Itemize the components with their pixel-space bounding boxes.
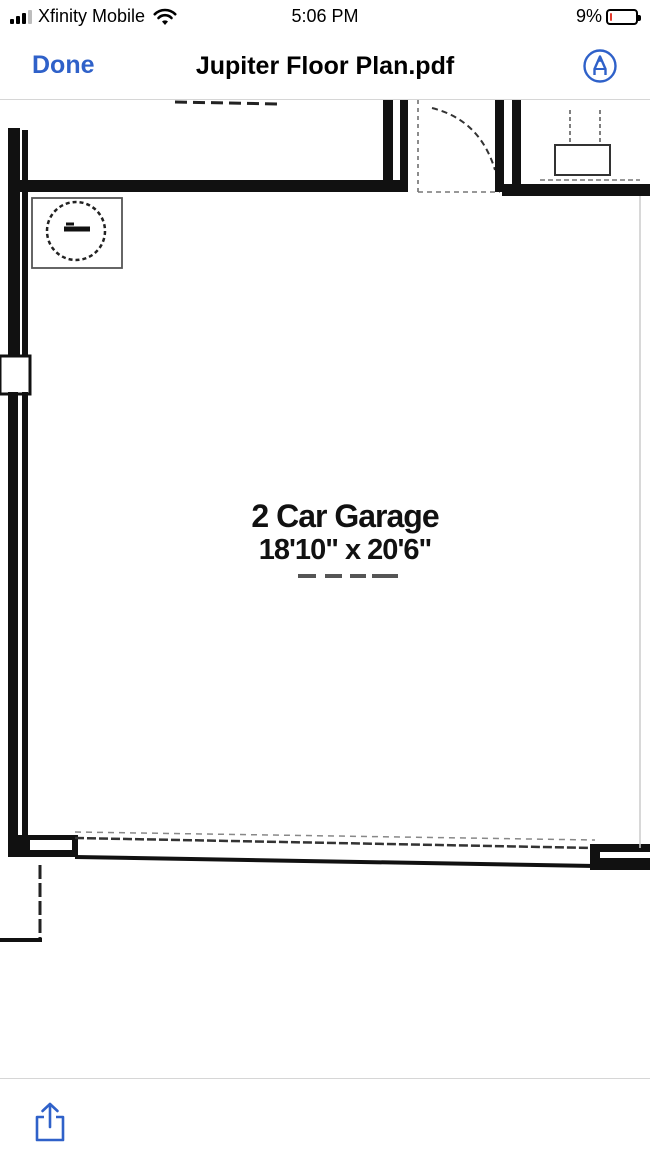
battery-level-fill	[610, 12, 612, 21]
status-right: 9%	[575, 6, 641, 27]
document-title: Jupiter Floor Plan.pdf	[195, 52, 455, 80]
battery-percent: 9%	[575, 6, 602, 26]
battery-icon	[606, 8, 641, 25]
share-icon[interactable]	[32, 1101, 68, 1143]
pdf-document-page[interactable]: 2 Car Garage 18'10" x 20'6"	[0, 100, 650, 1078]
navigation-bar: Done Jupiter Floor Plan.pdf	[0, 34, 650, 100]
room-name-label: 2 Car Garage	[251, 498, 438, 534]
status-time: 5:06 PM	[291, 6, 359, 26]
floor-plan-drawing: 2 Car Garage 18'10" x 20'6"	[0, 100, 650, 942]
pdf-viewer-screen: Xfinity Mobile 5:06 PM 9% Done Jupiter F…	[0, 0, 650, 1156]
room-dimensions-label: 18'10" x 20'6"	[259, 534, 431, 566]
markup-pen-icon[interactable]	[582, 48, 618, 84]
bottom-toolbar	[0, 1078, 650, 1156]
status-bar: Xfinity Mobile 5:06 PM 9%	[0, 0, 650, 34]
